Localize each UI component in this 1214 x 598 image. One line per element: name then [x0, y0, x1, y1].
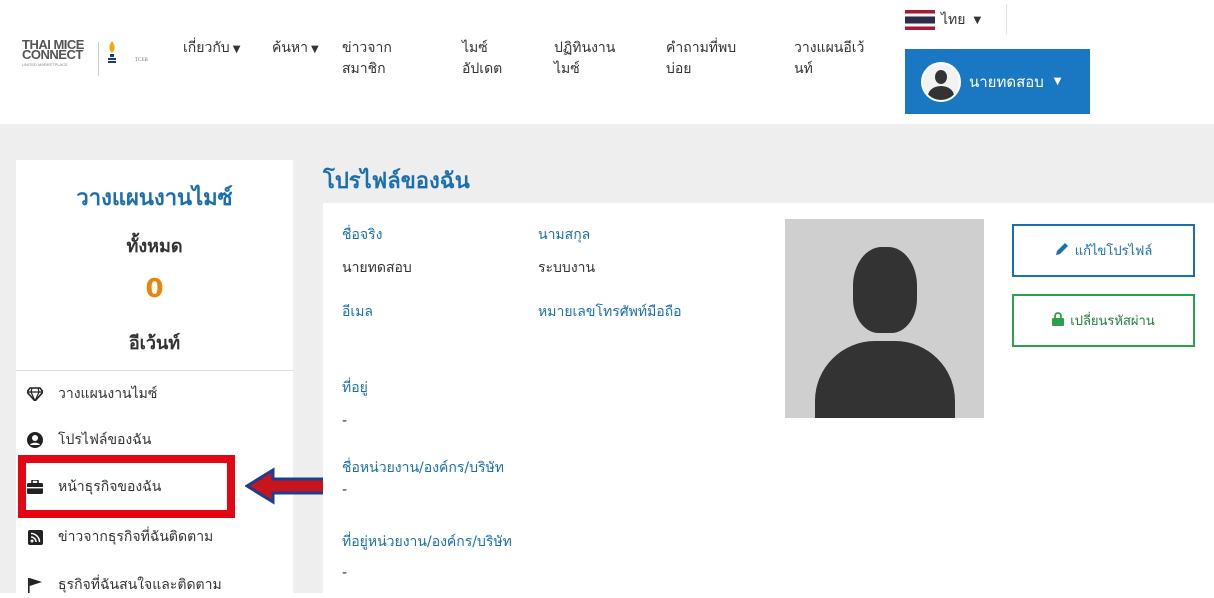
lock-icon	[1052, 311, 1065, 330]
organization-address-value: -	[342, 565, 348, 581]
top-navbar: THAI MICE CONNECT UNITED MARKETPLACE TCE…	[0, 0, 1214, 124]
change-password-label: เปลี่ยนรหัสผ่าน	[1070, 314, 1155, 329]
event-count: 0	[145, 274, 164, 304]
first-name-label: ชื่อจริง	[342, 227, 383, 243]
phone-label: หมายเลขโทรศัพท์มือถือ	[538, 304, 682, 320]
sidebar-item-followed-business[interactable]: ธุรกิจที่ฉันสนใจและติดตาม	[26, 572, 286, 598]
page-title: โปรไฟล์ของฉัน	[323, 169, 470, 194]
caret-down-icon: ▼	[232, 44, 241, 55]
thai-mice-connect-logo[interactable]: THAI MICE CONNECT UNITED MARKETPLACE TCE…	[22, 38, 152, 84]
sidebar: วางแผนงานไมซ์ ทั้งหมด 0 อีเว้นท์ วางแผนง…	[16, 160, 293, 593]
sidebar-item-followed-news[interactable]: ข่าวจากธุรกิจที่ฉันติดตาม	[26, 524, 286, 550]
nav-mice-update[interactable]: ไมซ์ อัปเดต	[462, 38, 522, 80]
organization-address-label: ที่อยู่หน่วยงาน/องค์กร/บริษัท	[342, 534, 512, 550]
language-label: ไทย	[941, 12, 966, 28]
change-password-button[interactable]: เปลี่ยนรหัสผ่าน	[1012, 294, 1195, 347]
diamond-icon	[26, 385, 44, 403]
sidebar-item-label: โปรไฟล์ของฉัน	[58, 432, 152, 448]
nav-search[interactable]: ค้นหา ▼	[272, 38, 319, 60]
nav-about[interactable]: เกี่ยวกับ ▼	[183, 38, 240, 60]
sidebar-total-label: ทั้งหมด	[126, 236, 183, 257]
user-name: นายทดสอบ	[969, 72, 1044, 91]
user-circle-icon	[26, 431, 44, 449]
organization-value: -	[342, 482, 348, 498]
edit-profile-button[interactable]: แก้ไขโปรไฟล์	[1012, 224, 1195, 277]
first-name-value: นายทดสอบ	[342, 260, 412, 276]
language-divider	[1006, 4, 1007, 34]
profile-card: ชื่อจริง นายทดสอบ นามสกุล ระบบงาน อีเมล …	[323, 203, 1214, 593]
logo-line2: CONNECT	[22, 47, 83, 62]
avatar	[921, 61, 961, 102]
user-menu-button[interactable]: นายทดสอบ ▼	[905, 49, 1090, 114]
nav-member-news[interactable]: ข่าวจาก สมาชิก	[342, 38, 422, 80]
edit-profile-label: แก้ไขโปรไฟล์	[1074, 244, 1153, 259]
rss-icon	[26, 528, 44, 546]
last-name-label: นามสกุล	[538, 227, 591, 243]
caret-down-icon: ▼	[311, 44, 319, 55]
organization-label: ชื่อหน่วยงาน/องค์กร/บริษัท	[342, 460, 504, 476]
highlight-box	[18, 455, 235, 518]
flag-icon	[26, 576, 44, 594]
pencil-icon	[1055, 242, 1069, 260]
thai-flag-icon	[905, 10, 935, 30]
photo-placeholder-head	[853, 247, 917, 333]
last-name-value: ระบบงาน	[538, 260, 596, 276]
sidebar-title: วางแผนงานไมซ์	[76, 186, 233, 211]
sidebar-item-my-profile[interactable]: โปรไฟล์ของฉัน	[26, 427, 286, 453]
event-unit-label: อีเว้นท์	[128, 333, 181, 354]
tceb-logo-text: TCEB	[135, 58, 148, 63]
caret-down-icon: ▼	[1053, 76, 1062, 87]
logo-wordmark: THAI MICE CONNECT UNITED MARKETPLACE	[22, 38, 84, 70]
sidebar-item-label: วางแผนงานไมซ์	[58, 386, 158, 402]
sidebar-divider	[16, 370, 293, 371]
address-value: -	[342, 413, 348, 429]
address-label: ที่อยู่	[342, 380, 368, 396]
nav-search-label: ค้นหา	[272, 40, 309, 56]
profile-photo	[785, 219, 984, 418]
nav-faq[interactable]: คำถามที่พบ บ่อย	[666, 38, 766, 80]
email-label: อีเมล	[342, 304, 374, 320]
sidebar-item-label: ข่าวจากธุรกิจที่ฉันติดตาม	[58, 529, 214, 545]
language-selector[interactable]: ไทย ▼	[905, 9, 981, 31]
caret-down-icon: ▼	[973, 14, 982, 26]
nav-mice-calendar[interactable]: ปฏิทินงาน ไมซ์	[554, 38, 644, 80]
nav-about-label: เกี่ยวกับ	[183, 40, 230, 56]
torch-icon	[108, 41, 116, 63]
sidebar-item-mice-planning[interactable]: วางแผนงานไมซ์	[26, 381, 286, 407]
photo-placeholder-body	[815, 341, 955, 418]
nav-event-planning[interactable]: วางแผนอีเว้ นท์	[794, 38, 894, 80]
logo-divider	[98, 42, 99, 76]
